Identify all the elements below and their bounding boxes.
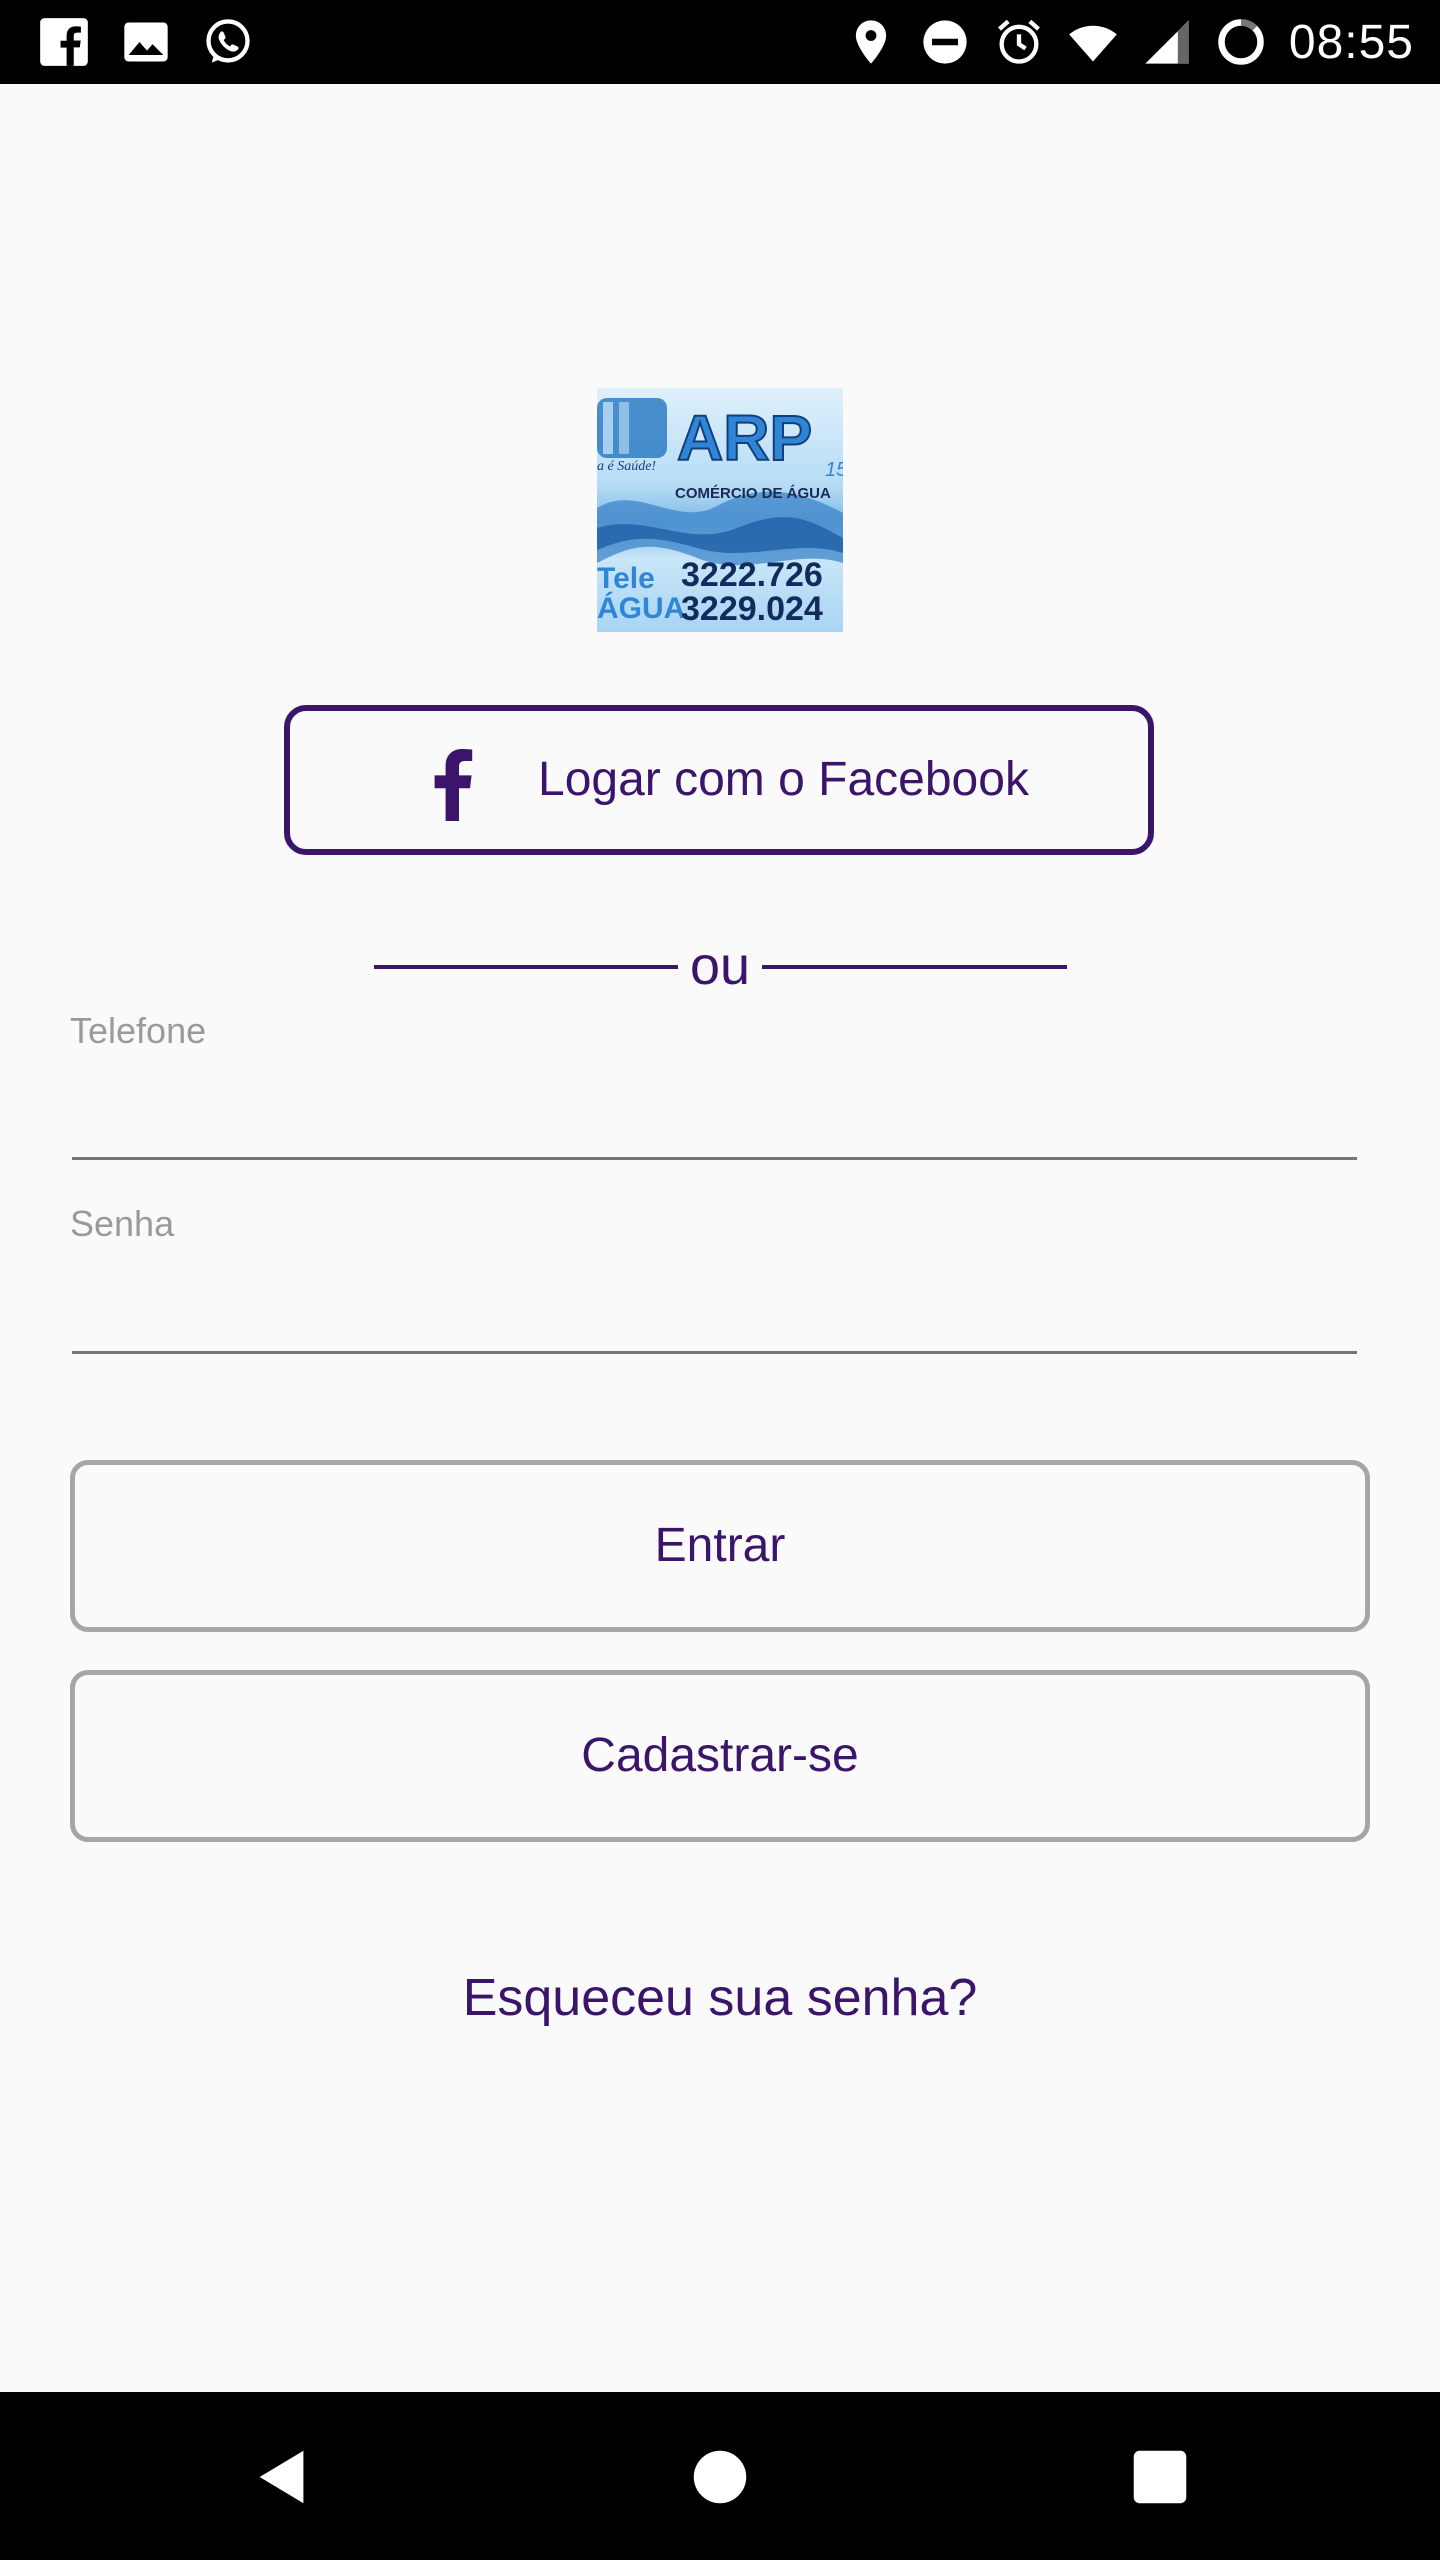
gallery-icon [124, 22, 168, 62]
phone-field-label: Telefone [70, 1010, 207, 1051]
logo-slogan: a é Saúde! [597, 459, 656, 474]
status-bar-right: 08:55 [845, 14, 1414, 70]
register-button[interactable]: Cadastrar-se [70, 1670, 1370, 1842]
recents-icon[interactable] [1125, 2442, 1195, 2512]
logo-phone-2: 3229.024 [681, 590, 823, 628]
logo-brand-suffix: 15 [825, 459, 843, 481]
divider-line-right [762, 965, 1067, 969]
logo-side-text-2: ÁGUA [597, 591, 685, 625]
divider-line-left [374, 965, 678, 969]
back-icon[interactable] [248, 2442, 318, 2512]
do-not-disturb-icon [923, 20, 967, 64]
password-field-label: Senha [70, 1203, 175, 1244]
login-button[interactable]: Entrar [70, 1460, 1370, 1632]
forgot-password-link[interactable]: Esqueceu sua senha? [0, 1968, 1440, 2028]
home-icon[interactable] [685, 2442, 755, 2512]
status-bar: 08:55 [0, 0, 1440, 84]
alarm-icon [997, 19, 1040, 64]
facebook-icon [40, 18, 88, 66]
battery-icon [1218, 19, 1264, 65]
facebook-login-label: Logar com o Facebook [538, 753, 1029, 806]
divider-text: ou [689, 936, 751, 996]
status-time: 08:55 [1288, 15, 1414, 69]
logo-side-text-1: Tele [597, 562, 655, 595]
password-input[interactable] [72, 1284, 1357, 1354]
status-bar-left [38, 14, 254, 70]
facebook-f-icon [434, 749, 473, 821]
wifi-icon [1069, 25, 1117, 62]
logo-phone-1: 3222.726 [681, 556, 823, 594]
logo-brand: ARP [677, 402, 812, 474]
whatsapp-icon [206, 19, 250, 63]
signal-icon [1145, 20, 1189, 64]
company-logo: a é Saúde! ARP 15 COMÉRCIO DE ÁGUA Tele … [597, 388, 843, 632]
navigation-bar [0, 2392, 1440, 2560]
location-icon [855, 20, 887, 64]
phone-input[interactable] [72, 1090, 1357, 1160]
logo-tagline: COMÉRCIO DE ÁGUA [675, 485, 831, 502]
facebook-login-button[interactable]: Logar com o Facebook [284, 705, 1154, 855]
